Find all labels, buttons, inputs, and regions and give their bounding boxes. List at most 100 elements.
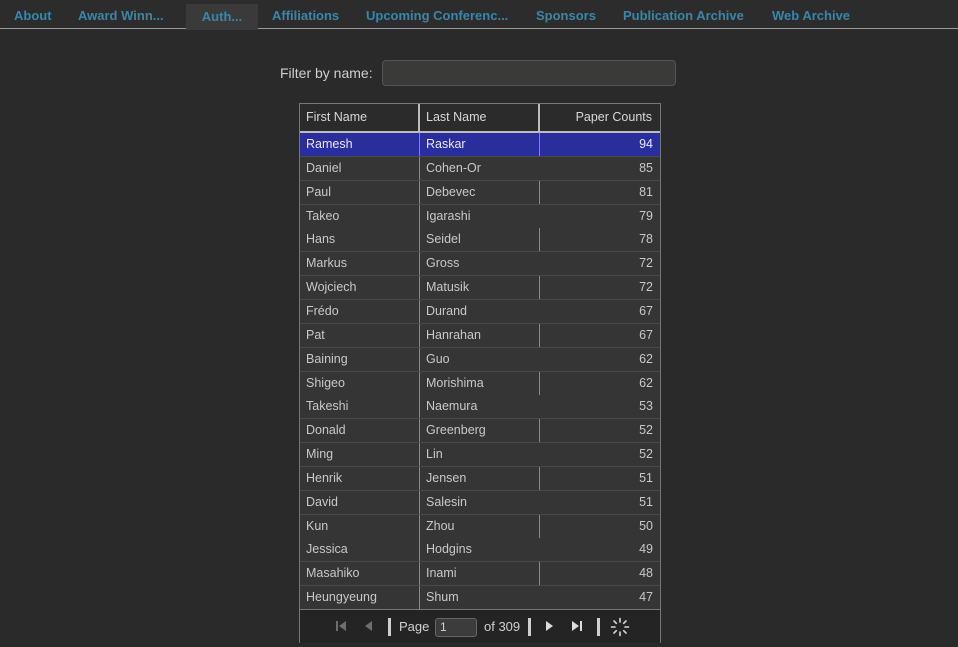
table-row[interactable]: David Salesin 51 — [300, 490, 660, 515]
last-name-cell: Durand — [426, 303, 467, 318]
page-label: Page — [399, 619, 430, 634]
first-name-cell: Paul — [306, 184, 332, 199]
table-header: First Name Last Name Paper Counts — [300, 104, 660, 133]
table-row[interactable]: Masahiko Inami 48 — [300, 562, 660, 587]
first-name-cell: Daniel — [306, 160, 342, 175]
last-name-cell: Inami — [426, 566, 457, 581]
tab-sponsors[interactable]: Sponsors — [536, 4, 596, 28]
paper-count-cell: 78 — [639, 232, 653, 247]
column-header-last-name[interactable]: Last Name — [426, 104, 536, 131]
table-row[interactable]: Ming Lin 52 — [300, 443, 660, 468]
last-page-icon[interactable] — [570, 619, 584, 636]
paper-count-cell: 52 — [639, 423, 653, 438]
last-name-cell: Naemura — [426, 399, 478, 414]
tab-affiliations[interactable]: Affiliations — [272, 4, 339, 28]
tab-about[interactable]: About — [14, 4, 52, 28]
first-name-cell: Markus — [306, 256, 347, 271]
cell-divider — [539, 419, 540, 443]
previous-page-icon[interactable] — [362, 619, 376, 636]
filter-name-input[interactable] — [382, 60, 676, 86]
last-name-cell: Lin — [426, 447, 443, 462]
table-row[interactable]: Paul Debevec 81 — [300, 180, 660, 205]
last-name-cell: Zhou — [426, 518, 455, 533]
first-name-cell: Kun — [306, 518, 329, 533]
column-resize-handle[interactable] — [538, 104, 540, 131]
tab-publication-archive[interactable]: Publication Archive — [623, 4, 744, 28]
table-row[interactable]: Daniel Cohen-Or 85 — [300, 156, 660, 181]
cell-divider — [419, 204, 420, 228]
cell-divider — [539, 323, 540, 347]
column-resize-handle[interactable] — [418, 104, 420, 131]
first-name-cell: Shigeo — [306, 375, 345, 390]
table-row[interactable]: Markus Gross 72 — [300, 252, 660, 277]
cell-divider — [539, 514, 540, 538]
table-row[interactable]: Hans Seidel 78 — [300, 228, 660, 253]
table-row[interactable]: Takeo Igarashi 79 — [300, 204, 660, 229]
column-header-paper-counts[interactable]: Paper Counts — [544, 104, 652, 131]
first-name-cell: Henrik — [306, 470, 343, 485]
tab-bar: About Award Winn... Auth... Affiliations… — [0, 0, 958, 30]
paper-count-cell: 52 — [639, 447, 653, 462]
first-name-cell: Frédo — [306, 303, 339, 318]
first-name-cell: Wojciech — [306, 280, 357, 295]
first-name-cell: Donald — [306, 423, 346, 438]
paper-count-cell: 72 — [639, 280, 653, 295]
authors-table: First Name Last Name Paper Counts Ramesh… — [299, 103, 661, 643]
first-name-cell: Jessica — [306, 542, 348, 557]
first-name-cell: Ramesh — [306, 137, 353, 151]
first-page-icon[interactable] — [334, 619, 348, 636]
first-name-cell: Baining — [306, 351, 348, 366]
table-row[interactable]: Baining Guo 62 — [300, 347, 660, 372]
first-name-cell: David — [306, 494, 338, 509]
cell-divider — [419, 156, 420, 180]
table-row[interactable]: Kun Zhou 50 — [300, 514, 660, 539]
table-row[interactable]: Frédo Durand 67 — [300, 299, 660, 324]
cell-divider — [419, 538, 420, 562]
last-name-cell: Greenberg — [426, 423, 486, 438]
last-name-cell: Salesin — [426, 494, 467, 509]
paper-count-cell: 49 — [639, 542, 653, 557]
cell-divider — [419, 133, 420, 156]
paper-count-cell: 50 — [639, 518, 653, 533]
first-name-cell: Pat — [306, 327, 325, 342]
page-count-label: of 309 — [484, 619, 521, 634]
cell-divider — [419, 228, 420, 252]
cell-divider — [419, 562, 420, 586]
tab-web-archive[interactable]: Web Archive — [772, 4, 850, 28]
paper-count-cell: 79 — [639, 208, 653, 223]
paper-count-cell: 67 — [639, 303, 653, 318]
pager-divider — [528, 618, 531, 636]
cell-divider — [539, 466, 540, 490]
page-number-input[interactable]: 1 — [435, 618, 477, 637]
first-name-cell: Takeshi — [306, 399, 349, 414]
tab-authors[interactable]: Auth... — [186, 4, 258, 30]
cell-divider — [539, 276, 540, 300]
table-row[interactable]: Jessica Hodgins 49 — [300, 538, 660, 563]
paper-count-cell: 51 — [639, 470, 653, 485]
refresh-icon[interactable] — [610, 617, 630, 637]
pager: Page 1 of 309 — [300, 609, 660, 643]
last-name-cell: Guo — [426, 351, 450, 366]
pager-divider — [388, 618, 391, 636]
last-name-cell: Debevec — [426, 184, 476, 199]
table-row[interactable]: Takeshi Naemura 53 — [300, 395, 660, 420]
first-name-cell: Ming — [306, 447, 334, 462]
tab-upcoming-conferences[interactable]: Upcoming Conferenc... — [366, 4, 508, 28]
paper-count-cell: 94 — [639, 137, 653, 151]
table-row[interactable]: Heungyeung Shum 47 — [300, 586, 660, 611]
table-row[interactable]: Pat Hanrahan 67 — [300, 323, 660, 348]
table-row[interactable]: Ramesh Raskar 94 — [300, 133, 660, 157]
cell-divider — [419, 347, 420, 371]
table-row[interactable]: Henrik Jensen 51 — [300, 466, 660, 491]
column-header-first-name[interactable]: First Name — [306, 104, 416, 131]
tab-award-winners[interactable]: Award Winn... — [78, 4, 164, 28]
cell-divider — [419, 180, 420, 204]
next-page-icon[interactable] — [542, 619, 556, 636]
table-row[interactable]: Donald Greenberg 52 — [300, 419, 660, 444]
table-row[interactable]: Shigeo Morishima 62 — [300, 371, 660, 396]
pager-divider — [597, 618, 600, 636]
paper-count-cell: 85 — [639, 160, 653, 175]
cell-divider — [419, 443, 420, 467]
table-row[interactable]: Wojciech Matusik 72 — [300, 276, 660, 301]
paper-count-cell: 62 — [639, 351, 653, 366]
